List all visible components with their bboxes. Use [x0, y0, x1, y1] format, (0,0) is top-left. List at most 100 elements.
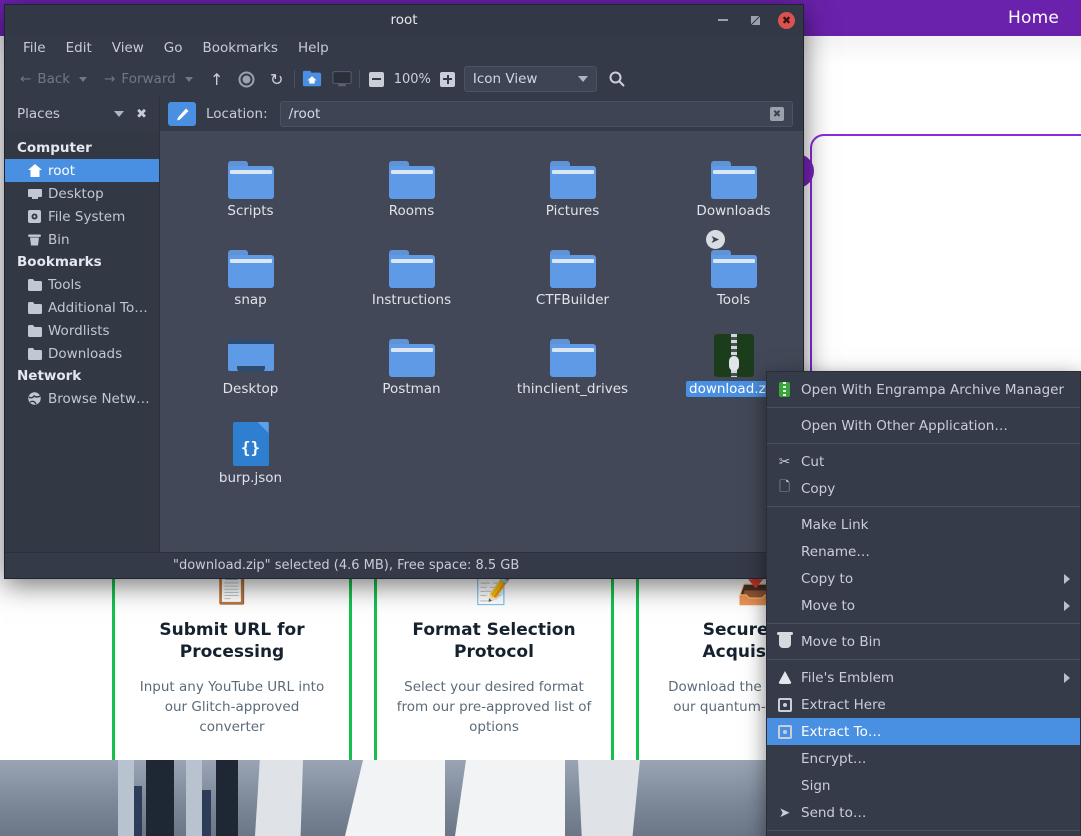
ctx-make-link[interactable]: Make Link: [767, 511, 1080, 538]
file-item-postman[interactable]: Postman: [331, 325, 492, 414]
chevron-down-icon[interactable]: [114, 111, 125, 117]
ctx-copy[interactable]: 🗋 Copy: [767, 475, 1080, 502]
home-icon[interactable]: [302, 69, 322, 89]
sidebar-item-browse-network[interactable]: Browse Netw…: [5, 387, 159, 410]
folder-icon: [549, 236, 596, 288]
file-item-thinclient-drives[interactable]: thinclient_drives: [492, 325, 653, 414]
ctx-extract-to[interactable]: Extract To…: [767, 718, 1080, 745]
file-item-desktop[interactable]: Desktop: [170, 325, 331, 414]
clear-location-icon[interactable]: ✖: [770, 107, 784, 121]
sidebar-item-label: Downloads: [48, 345, 123, 362]
archive-icon: [776, 382, 793, 397]
json-file-icon: {}: [232, 414, 269, 466]
close-places-icon[interactable]: ✖: [136, 107, 147, 122]
window-titlebar[interactable]: root ✖: [5, 5, 803, 35]
home-icon: [27, 163, 42, 178]
file-item-burp-json[interactable]: {} burp.json: [170, 414, 331, 503]
location-input[interactable]: /root ✖: [279, 101, 793, 127]
submenu-arrow-icon: [1064, 600, 1070, 611]
sidebar-item-label: Bin: [48, 231, 70, 248]
back-history-chevron-icon[interactable]: [79, 76, 88, 82]
drop-icon: [776, 671, 793, 684]
location-label: Location:: [206, 106, 268, 122]
close-icon[interactable]: ✖: [778, 11, 795, 29]
sidebar-item-file-system[interactable]: File System: [5, 205, 159, 228]
ctx-open-with-engrampa[interactable]: Open With Engrampa Archive Manager: [767, 376, 1080, 403]
sidebar-item-bin[interactable]: Bin: [5, 228, 159, 251]
folder-icon: [27, 346, 42, 361]
file-grid-view[interactable]: Scripts Rooms Pictures Downloads snap In…: [160, 131, 803, 552]
file-item-scripts[interactable]: Scripts: [170, 147, 331, 236]
forward-label: Forward: [121, 71, 176, 87]
folder-icon: [27, 323, 42, 338]
sidebar-item-root[interactable]: root: [5, 159, 159, 182]
file-item-ctfbuilder[interactable]: CTFBuilder: [492, 236, 653, 325]
ctx-item-label: Encrypt…: [801, 750, 867, 767]
file-item-rooms[interactable]: Rooms: [331, 147, 492, 236]
ctx-files-emblem[interactable]: File's Emblem: [767, 664, 1080, 691]
toolbar: ← Back → Forward ↑ ↻ 100% Icon View: [5, 61, 803, 97]
send-icon: ➤: [778, 804, 791, 821]
menu-view[interactable]: View: [102, 38, 154, 58]
zip-archive-icon: [713, 325, 754, 377]
view-mode-select[interactable]: Icon View: [463, 66, 597, 92]
ctx-encrypt[interactable]: Encrypt…: [767, 745, 1080, 772]
sidebar-item-label: File System: [48, 208, 126, 225]
sidebar-item-label: root: [48, 162, 76, 179]
places-sidebar: Computer root Desktop File System Bin Bo…: [5, 131, 160, 552]
menu-go[interactable]: Go: [154, 38, 193, 58]
ctx-sign[interactable]: Sign: [767, 772, 1080, 799]
ctx-item-label: Move to Bin: [801, 633, 881, 650]
sidebar-item-wordlists[interactable]: Wordlists: [5, 319, 159, 342]
window-controls: ✖: [714, 5, 795, 35]
forward-button[interactable]: → Forward: [97, 68, 183, 90]
menu-edit[interactable]: Edit: [56, 38, 102, 58]
folder-icon: [549, 147, 596, 199]
copy-icon: 🗋: [779, 479, 790, 495]
maximize-icon[interactable]: [746, 11, 764, 29]
forward-history-chevron-icon[interactable]: [184, 76, 193, 82]
ctx-open-with-other[interactable]: Open With Other Application…: [767, 412, 1080, 439]
ctx-cut[interactable]: ✂ Cut: [767, 448, 1080, 475]
sidebar-item-desktop[interactable]: Desktop: [5, 182, 159, 205]
file-item-snap[interactable]: snap: [170, 236, 331, 325]
sidebar-item-tools[interactable]: Tools: [5, 273, 159, 296]
zoom-in-button[interactable]: [438, 69, 458, 89]
globe-icon: [27, 391, 42, 406]
ctx-extract-here[interactable]: Extract Here: [767, 691, 1080, 718]
minimize-icon[interactable]: [714, 11, 732, 29]
arrow-up-icon[interactable]: ↑: [207, 69, 227, 89]
file-label: Instructions: [371, 292, 452, 308]
file-item-downloads[interactable]: Downloads: [653, 147, 803, 236]
stop-icon[interactable]: [237, 69, 257, 89]
ctx-move-to[interactable]: Move to: [767, 592, 1080, 619]
file-item-tools[interactable]: ➤ Tools: [653, 230, 803, 325]
ctx-send-to[interactable]: ➤ Send to…: [767, 799, 1080, 826]
arrow-left-icon: ←: [20, 71, 32, 87]
sidebar-item-additional-tools[interactable]: Additional To…: [5, 296, 159, 319]
file-item-instructions[interactable]: Instructions: [331, 236, 492, 325]
nav-link-home[interactable]: Home: [1008, 8, 1059, 28]
zoom-out-button[interactable]: [367, 69, 387, 89]
computer-icon[interactable]: [332, 69, 352, 89]
ctx-rename[interactable]: Rename…: [767, 538, 1080, 565]
chevron-down-icon: [577, 76, 588, 82]
menu-file[interactable]: File: [13, 38, 56, 58]
sidebar-item-downloads[interactable]: Downloads: [5, 342, 159, 365]
edit-location-toggle[interactable]: [168, 102, 196, 126]
reload-icon[interactable]: ↻: [267, 69, 287, 89]
back-button[interactable]: ← Back: [13, 68, 77, 90]
search-icon[interactable]: [607, 69, 627, 89]
ctx-item-label: Open With Engrampa Archive Manager: [801, 381, 1065, 398]
file-item-pictures[interactable]: Pictures: [492, 147, 653, 236]
menu-bookmarks[interactable]: Bookmarks: [193, 38, 288, 58]
ctx-item-label: Extract To…: [801, 723, 882, 740]
ctx-move-to-bin[interactable]: Move to Bin: [767, 628, 1080, 655]
menu-help[interactable]: Help: [288, 38, 339, 58]
file-label: Scripts: [227, 203, 274, 219]
file-manager-main: Computer root Desktop File System Bin Bo…: [5, 131, 803, 552]
folder-icon: [27, 300, 42, 315]
step-card-desc: Select your desired format from our pre-…: [396, 679, 592, 735]
folder-icon: [227, 147, 274, 199]
ctx-copy-to[interactable]: Copy to: [767, 565, 1080, 592]
